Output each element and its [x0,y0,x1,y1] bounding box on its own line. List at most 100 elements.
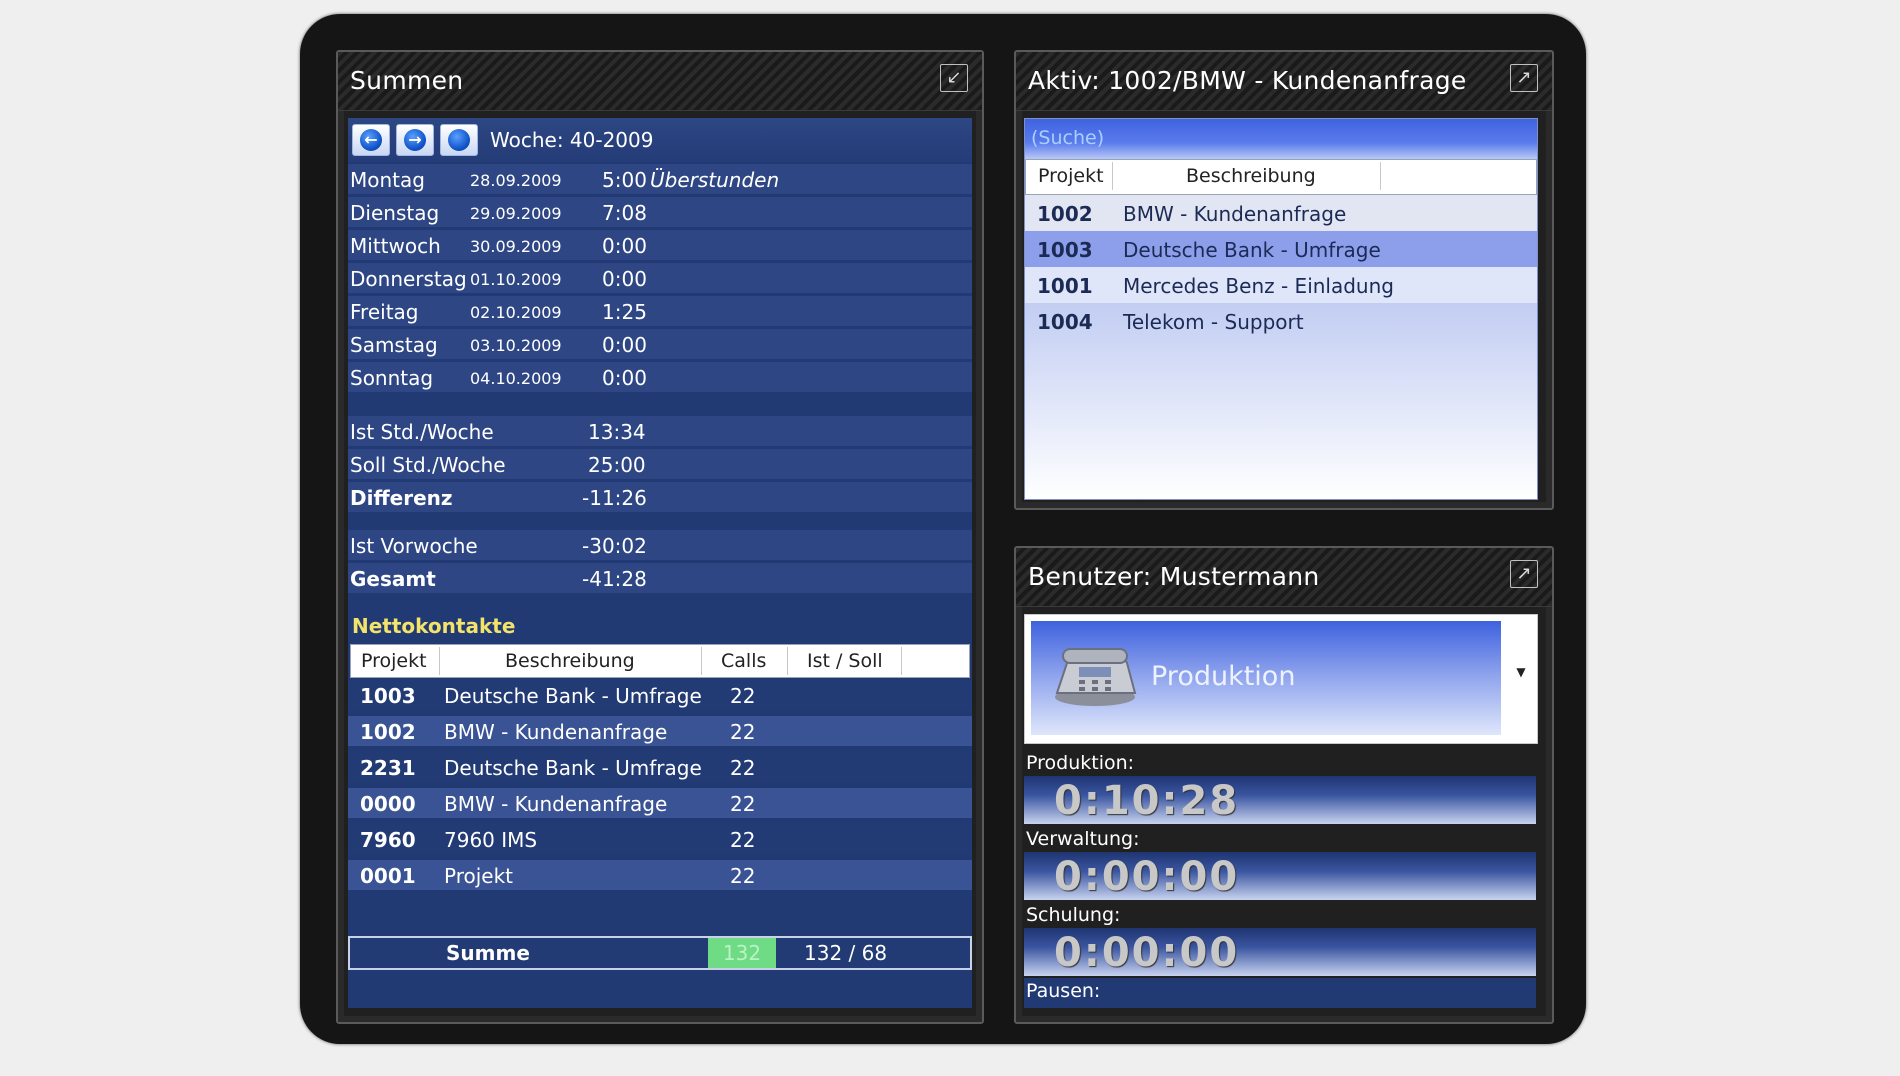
benutzer-panel: Benutzer: Mustermann ↗ Produktion ▼ Prod… [1014,546,1554,1024]
row-beschreibung: Deutsche Bank - Umfrage [444,684,702,708]
day-note: Überstunden [650,168,780,192]
day-name: Donnerstag [350,267,467,291]
stat-label: Soll Std./Woche [350,453,506,477]
summen-title: Summen [350,66,464,95]
day-row: Samstag 03.10.2009 0:00 [348,329,972,362]
col-calls[interactable]: Calls [721,650,766,672]
day-name: Montag [350,168,425,192]
day-name: Sonntag [350,366,434,390]
minimize-icon[interactable]: ↙ [940,64,968,92]
day-row: Mittwoch 30.09.2009 0:00 [348,230,972,263]
col-projekt[interactable]: Projekt [361,650,427,672]
row-beschreibung: BMW - Kundenanfrage [444,792,668,816]
stat-value: 25:00 [588,453,646,477]
day-time: 0:00 [602,366,647,390]
row-projekt: 1001 [1037,274,1093,298]
stat-label: Gesamt [350,567,436,591]
row-beschreibung: Mercedes Benz - Einladung [1123,274,1394,298]
day-row: Montag 28.09.2009 5:00 Überstunden [348,164,972,197]
timer-display: 0:00:00 [1024,928,1536,976]
search-input[interactable]: (Suche) [1025,119,1537,159]
day-row: Sonntag 04.10.2009 0:00 [348,362,972,395]
row-projekt: 0001 [360,864,416,888]
day-row: Dienstag 29.09.2009 7:08 [348,197,972,230]
row-projekt: 1003 [1037,238,1093,262]
timer-label: Produktion: [1026,752,1135,774]
day-time: 5:00 [602,168,647,192]
row-calls: 22 [730,756,756,780]
day-date: 02.10.2009 [470,303,562,322]
netto-row[interactable]: 2231 Deutsche Bank - Umfrage 22 [348,752,972,782]
row-projekt: 0000 [360,792,416,816]
row-projekt: 7960 [360,828,416,852]
day-time: 0:00 [602,267,647,291]
stat-value: -30:02 [582,534,647,558]
aktiv-header: Aktiv: 1002/BMW - Kundenanfrage ↗ [1016,52,1552,111]
arrow-right-icon: → [404,129,426,151]
status-display: Produktion [1031,621,1501,735]
col-projekt[interactable]: Projekt [1038,165,1104,187]
day-time: 0:00 [602,333,647,357]
col-ist-soll[interactable]: Ist / Soll [807,650,883,672]
project-table-header: Projekt Beschreibung [1025,159,1537,195]
maximize-icon[interactable]: ↗ [1510,64,1538,92]
netto-row[interactable]: 0000 BMW - Kundenanfrage 22 [348,788,972,818]
stat-label: Differenz [350,486,453,510]
summe-calls: 132 [708,938,776,968]
row-projekt: 1002 [1037,202,1093,226]
phone-icon [1055,648,1137,706]
col-beschreibung[interactable]: Beschreibung [1186,165,1316,187]
current-week-button[interactable] [440,124,478,156]
circle-icon [448,129,470,151]
next-week-button[interactable]: → [396,124,434,156]
row-projekt: 1004 [1037,310,1093,334]
stat-row: Differenz -11:26 [348,482,972,515]
netto-row[interactable]: 1003 Deutsche Bank - Umfrage 22 [348,680,972,710]
summe-row: Summe 132 132 / 68 [348,936,972,970]
summe-label: Summe [446,941,530,965]
summen-panel: Summen ↙ ← → Woche: 40-2009 Montag 28.09… [336,50,984,1024]
timer-value: 0:10:28 [1054,778,1240,824]
stat-label: Ist Std./Woche [350,420,494,444]
project-row[interactable]: 1004 Telekom - Support [1025,303,1537,339]
status-label: Produktion [1151,661,1296,692]
netto-row[interactable]: 0001 Projekt 22 [348,860,972,890]
netto-row[interactable]: 1002 BMW - Kundenanfrage 22 [348,716,972,746]
row-calls: 22 [730,828,756,852]
stat-value: -11:26 [582,486,647,510]
project-row-selected[interactable]: 1003 Deutsche Bank - Umfrage [1025,231,1537,267]
row-projekt: 1003 [360,684,416,708]
day-date: 03.10.2009 [470,336,562,355]
summen-body: ← → Woche: 40-2009 Montag 28.09.2009 5:0… [348,118,972,1008]
col-beschreibung[interactable]: Beschreibung [505,650,635,672]
prev-week-button[interactable]: ← [352,124,390,156]
row-calls: 22 [730,792,756,816]
day-time: 0:00 [602,234,647,258]
chevron-down-icon[interactable]: ▼ [1511,665,1531,685]
stat-row: Ist Vorwoche -30:02 [348,530,972,563]
app-window: Summen ↙ ← → Woche: 40-2009 Montag 28.09… [300,14,1586,1044]
project-row[interactable]: 1002 BMW - Kundenanfrage [1025,195,1537,231]
search-placeholder: (Suche) [1031,127,1105,149]
day-row: Donnerstag 01.10.2009 0:00 [348,263,972,296]
project-row[interactable]: 1001 Mercedes Benz - Einladung [1025,267,1537,303]
stat-row: Soll Std./Woche 25:00 [348,449,972,482]
day-name: Mittwoch [350,234,441,258]
timer-display: 0:10:28 [1024,776,1536,824]
maximize-icon[interactable]: ↗ [1510,560,1538,588]
day-date: 01.10.2009 [470,270,562,289]
day-name: Freitag [350,300,419,324]
row-beschreibung: Deutsche Bank - Umfrage [444,756,702,780]
project-list: (Suche) Projekt Beschreibung 1002 BMW - … [1024,118,1538,500]
timer-value: 0:00:00 [1054,854,1240,900]
timer-label: Pausen: [1026,980,1101,1002]
row-beschreibung: BMW - Kundenanfrage [444,720,668,744]
status-dropdown[interactable]: Produktion ▼ [1024,614,1538,744]
row-beschreibung: Telekom - Support [1123,310,1304,334]
timer-value: 0:00:00 [1054,930,1240,976]
netto-row[interactable]: 7960 7960 IMS 22 [348,824,972,854]
aktiv-panel: Aktiv: 1002/BMW - Kundenanfrage ↗ (Suche… [1014,50,1554,510]
stat-label: Ist Vorwoche [350,534,478,558]
week-label: Woche: 40-2009 [490,128,654,152]
row-calls: 22 [730,720,756,744]
